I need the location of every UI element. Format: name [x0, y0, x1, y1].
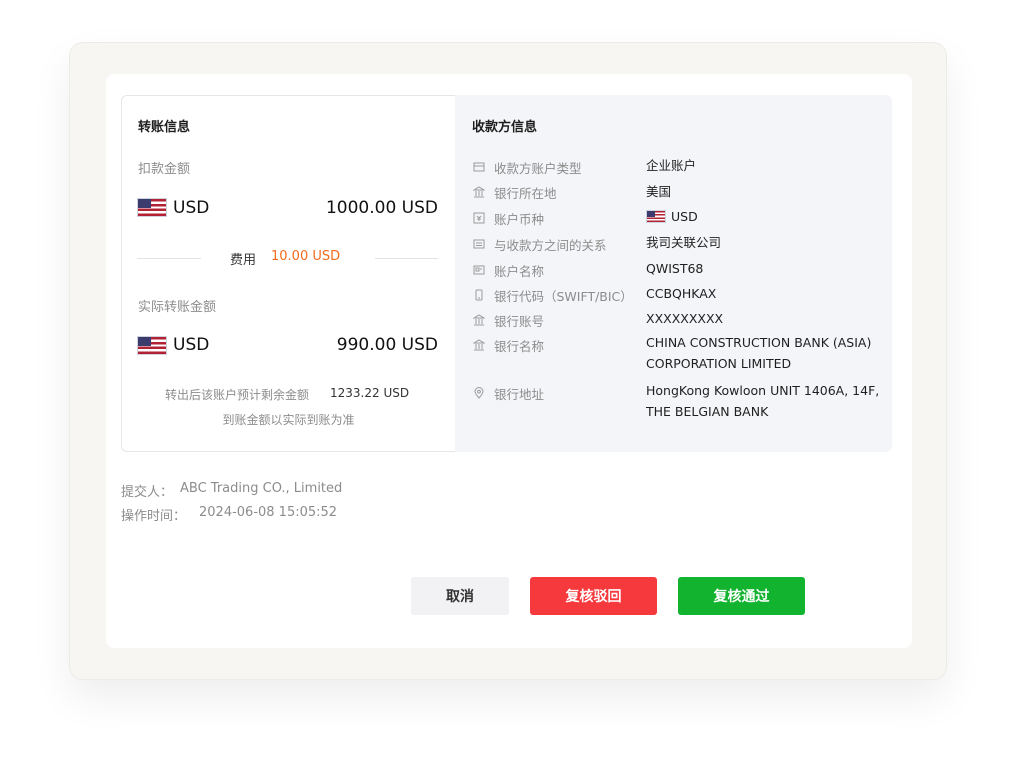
- payee-row-value: THE BELGIAN BANK: [646, 404, 769, 419]
- payee-row-value: 我司关联公司: [646, 235, 722, 250]
- review-approve-button[interactable]: 复核通过: [678, 577, 805, 615]
- bank-icon: [473, 314, 485, 326]
- payee-row-label: 与收款方之间的关系: [494, 238, 607, 253]
- divider-left: [137, 258, 201, 259]
- payee-row-label: 银行地址: [494, 387, 545, 402]
- payee-row-value: CORPORATION LIMITED: [646, 356, 792, 371]
- payee-row-label: 银行账号: [494, 314, 545, 329]
- payee-row-label: 账户币种: [494, 212, 545, 227]
- submitter-value: ABC Trading CO., Limited: [180, 481, 343, 496]
- submitter-label: 提交人：: [121, 485, 174, 500]
- list-icon: [473, 239, 485, 249]
- operation-time-value: 2024-06-08 15:05:52: [199, 505, 338, 520]
- payee-row-value: 企业账户: [646, 158, 697, 173]
- id-card-icon: [473, 265, 485, 275]
- actual-amount-label: 实际转账金额: [138, 300, 217, 315]
- phone-icon: [475, 289, 483, 301]
- payee-info-title: 收款方信息: [472, 120, 538, 135]
- us-flag-icon: [137, 198, 167, 217]
- location-icon: [474, 387, 484, 399]
- bank-icon: [473, 186, 485, 198]
- us-flag-icon: [137, 336, 167, 355]
- fee-value: 10.00 USD: [271, 249, 341, 264]
- payee-row-value: USD: [671, 209, 698, 224]
- card-icon: [473, 162, 485, 172]
- payee-row-label: 账户名称: [494, 264, 545, 279]
- actual-amount: 990.00 USD: [336, 335, 438, 355]
- payee-row-value: QWIST68: [646, 261, 704, 276]
- currency-icon: [473, 212, 485, 224]
- transfer-info-title: 转账信息: [138, 120, 191, 135]
- bank-icon: [473, 339, 485, 351]
- payee-row-label: 银行代码（SWIFT/BIC）: [494, 289, 633, 304]
- arrival-note: 到账金额以实际到账为准: [222, 413, 355, 427]
- divider-right: [375, 258, 438, 259]
- debit-amount-label: 扣款金额: [138, 162, 191, 177]
- actual-currency: USD: [173, 335, 210, 355]
- payee-row-label: 银行名称: [494, 339, 545, 354]
- balance-value: 1233.22 USD: [330, 386, 410, 400]
- payee-row-value: CCBQHKAX: [646, 286, 717, 301]
- debit-currency: USD: [173, 198, 210, 218]
- us-flag-icon: [646, 210, 666, 223]
- cancel-button[interactable]: 取消: [411, 577, 509, 615]
- fee-label: 费用: [230, 253, 257, 268]
- operation-time-label: 操作时间：: [121, 509, 187, 524]
- payee-row-value: HongKong Kowloon UNIT 1406A, 14F,: [646, 383, 880, 398]
- payee-row-label: 银行所在地: [494, 186, 557, 201]
- balance-label: 转出后该账户预计剩余金额: [165, 388, 310, 402]
- payee-row-value: XXXXXXXXX: [646, 311, 724, 326]
- payee-row-value: CHINA CONSTRUCTION BANK (ASIA): [646, 335, 872, 350]
- payee-row-value: 美国: [646, 184, 672, 199]
- debit-amount: 1000.00 USD: [325, 198, 438, 218]
- review-reject-button[interactable]: 复核驳回: [530, 577, 657, 615]
- payee-row-label: 收款方账户类型: [494, 161, 582, 176]
